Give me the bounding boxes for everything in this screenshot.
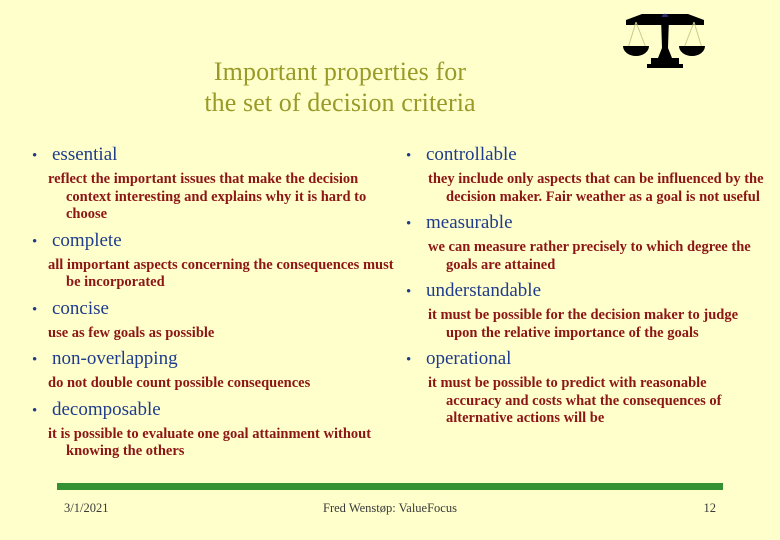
page-title-line-1: Important properties for bbox=[213, 57, 467, 86]
bullet-item-controllable: • controllable they include only aspects… bbox=[398, 142, 764, 206]
bullet-detail-non-overlapping: do not double count possible consequence… bbox=[48, 375, 311, 391]
bullet-detail-understandable: it must be possible for the decision mak… bbox=[428, 307, 739, 341]
bullet-detail-complete: all important aspects concerning the con… bbox=[48, 256, 394, 291]
bullet-column-left: • essential reflect the important issues… bbox=[24, 142, 396, 465]
bullet-dot-icon: • bbox=[32, 301, 38, 318]
bullet-detail-essential: reflect the important issues that make t… bbox=[48, 171, 367, 222]
bullet-detail-controllable: they include only aspects that can be in… bbox=[428, 171, 764, 205]
bullet-dot-icon: • bbox=[406, 148, 412, 164]
bullet-item-decomposable: • decomposable it is possible to evaluat… bbox=[24, 397, 396, 461]
page-title: Important properties for the set of deci… bbox=[60, 56, 620, 118]
bullet-item-non-overlapping: • non-overlapping do not double count po… bbox=[24, 346, 396, 393]
bullet-heading: • controllable bbox=[398, 142, 764, 169]
bullet-heading: • understandable bbox=[398, 278, 764, 305]
balance-scale-icon bbox=[620, 8, 710, 70]
bullet-label-complete: complete bbox=[52, 229, 122, 251]
bullet-dot-icon: • bbox=[406, 352, 412, 368]
bullet-item-concise: • concise use as few goals as possible bbox=[24, 296, 396, 343]
bullet-label-controllable: controllable bbox=[426, 144, 517, 165]
bullet-item-complete: • complete all important aspects concern… bbox=[24, 228, 396, 292]
bullet-item-essential: • essential reflect the important issues… bbox=[24, 142, 396, 224]
bullet-detail-decomposable: it is possible to evaluate one goal atta… bbox=[48, 425, 372, 460]
bullet-detail-operational: it must be possible to predict with reas… bbox=[428, 375, 722, 426]
bullet-heading: • measurable bbox=[398, 210, 764, 237]
bullet-heading: • decomposable bbox=[24, 397, 396, 424]
bullet-label-essential: essential bbox=[52, 144, 118, 165]
bullet-item-measurable: • measurable we can measure rather preci… bbox=[398, 210, 764, 274]
bullet-heading: • concise bbox=[24, 296, 396, 323]
bullet-heading: • complete bbox=[24, 228, 396, 255]
footer-divider bbox=[57, 483, 723, 490]
bullet-dot-icon: • bbox=[32, 402, 38, 419]
bullet-label-measurable: measurable bbox=[426, 212, 513, 233]
bullet-detail-concise: use as few goals as possible bbox=[48, 324, 215, 341]
bullet-dot-icon: • bbox=[32, 352, 38, 368]
bullet-item-understandable: • understandable it must be possible for… bbox=[398, 278, 764, 342]
bullet-dot-icon: • bbox=[32, 233, 38, 250]
bullet-label-non-overlapping: non-overlapping bbox=[52, 348, 178, 369]
bullet-heading: • essential bbox=[24, 142, 396, 169]
bullet-label-decomposable: decomposable bbox=[52, 398, 161, 420]
bullet-item-operational: • operational it must be possible to pre… bbox=[398, 346, 764, 428]
bullet-detail-measurable: we can measure rather precisely to which… bbox=[428, 239, 751, 273]
page-title-line-2: the set of decision criteria bbox=[204, 88, 476, 117]
bullet-dot-icon: • bbox=[406, 216, 412, 232]
bullet-heading: • operational bbox=[398, 346, 764, 373]
bullet-dot-icon: • bbox=[32, 148, 38, 164]
bullet-column-right: • controllable they include only aspects… bbox=[398, 142, 764, 432]
bullet-label-operational: operational bbox=[426, 348, 512, 369]
footer-page-number: 12 bbox=[703, 501, 717, 515]
bullet-heading: • non-overlapping bbox=[24, 346, 396, 373]
bullet-label-concise: concise bbox=[52, 297, 109, 319]
bullet-label-understandable: understandable bbox=[426, 280, 542, 301]
bullet-dot-icon: • bbox=[406, 284, 412, 300]
